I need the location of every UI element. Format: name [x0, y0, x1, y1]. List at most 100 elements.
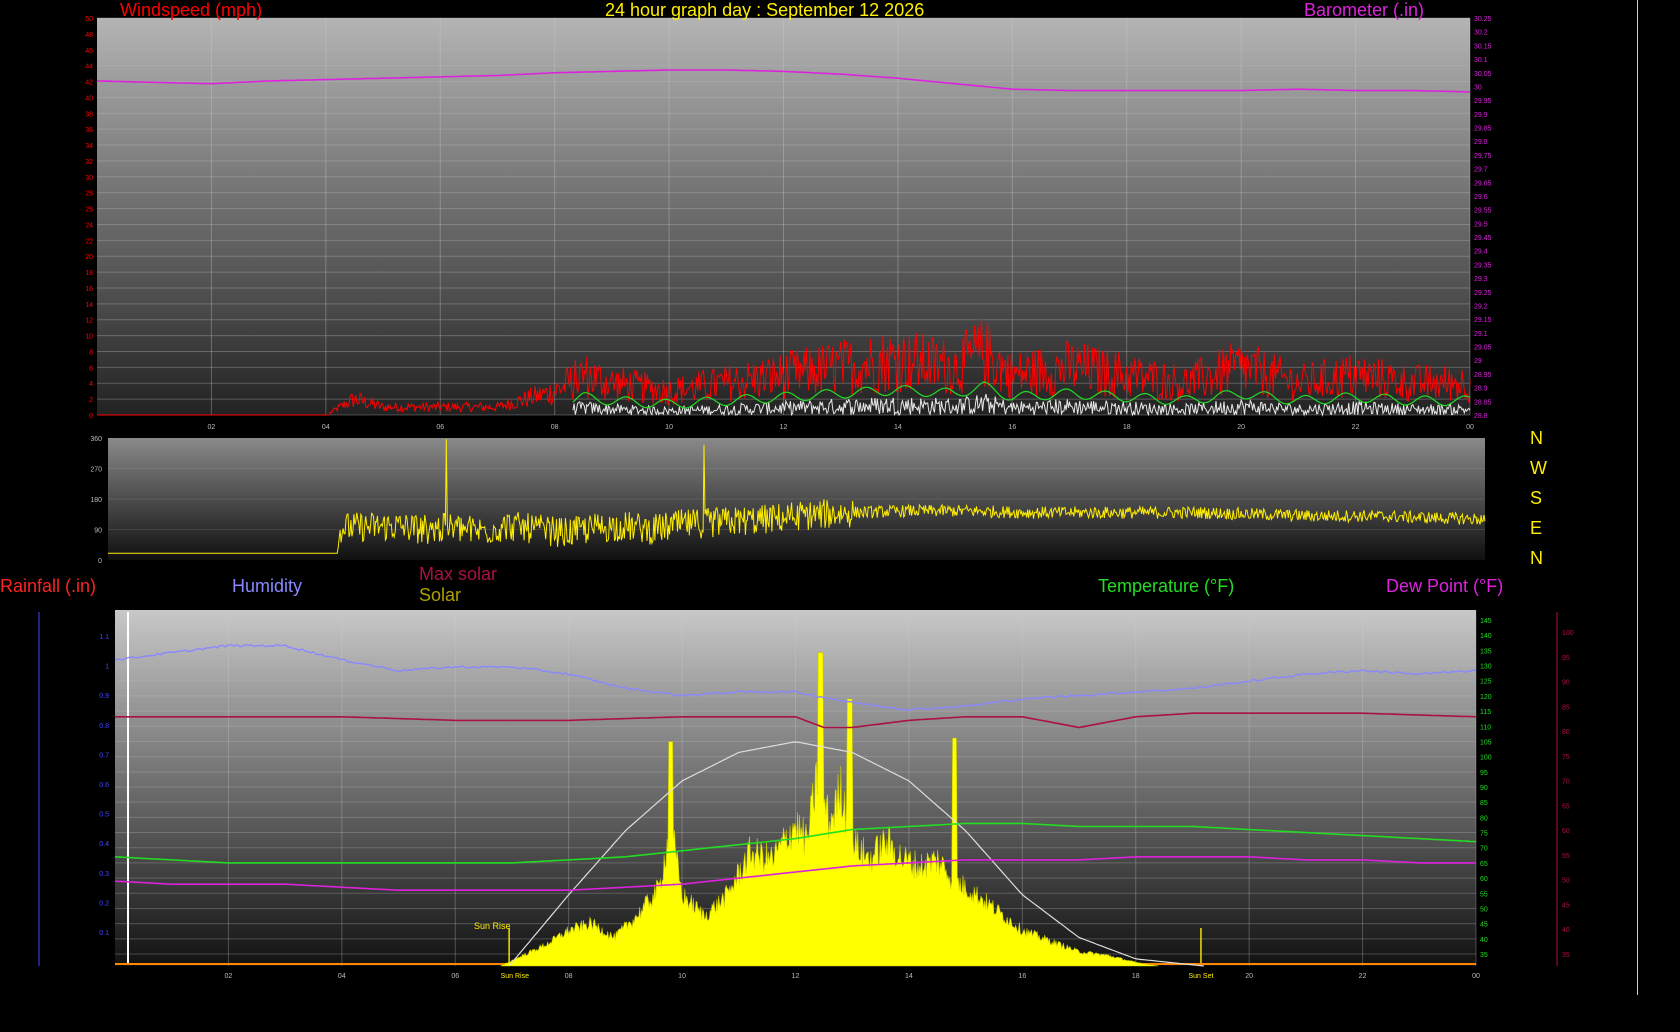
wind-x-tick: 00	[1466, 424, 1474, 431]
barometer-y-tick: 29.7	[1474, 167, 1488, 174]
dew-point-y-tick: 60	[1562, 828, 1570, 835]
barometer-y-tick: 29	[1474, 358, 1482, 365]
temperature-y-tick: 40	[1480, 937, 1488, 944]
temperature-y-tick: 110	[1480, 724, 1491, 731]
sunrise-marker-label: Sun Rise	[474, 921, 511, 931]
dew-point-y-tick: 45	[1562, 902, 1570, 909]
temperature-y-tick: 85	[1480, 800, 1488, 807]
rainfall-y-tick: 0.5	[99, 812, 109, 819]
combo-x-tick: 14	[905, 973, 913, 980]
combo-x-tick: 12	[792, 973, 800, 980]
wind-x-tick: 18	[1123, 424, 1131, 431]
wind-y-tick: 24	[85, 222, 93, 229]
temperature-y-tick: 45	[1480, 922, 1488, 929]
temperature-y-tick: 80	[1480, 815, 1488, 822]
wind-y-tick: 18	[85, 270, 93, 277]
rainfall-y-tick: 1.1	[99, 634, 109, 641]
rainfall-y-tick: 0.3	[99, 871, 109, 878]
dew-point-y-tick: 70	[1562, 779, 1570, 786]
wind-x-tick: 02	[208, 424, 216, 431]
wind-y-tick: 10	[85, 334, 93, 341]
combo-x-tick: 10	[678, 973, 686, 980]
dew-point-y-tick: 100	[1562, 630, 1574, 637]
temperature-y-tick: 35	[1480, 952, 1488, 959]
rainfall-y-tick: 0.9	[99, 693, 109, 700]
temperature-y-tick: 100	[1480, 755, 1492, 762]
chart-stage: 0 2 4 6 8 10 12 14 16 18 20 22 24 26 28 30 32 34 36 38 40 42 4…	[0, 0, 1680, 1027]
temperature-y-tick: 50	[1480, 906, 1488, 913]
wind-x-tick: 20	[1237, 424, 1245, 431]
barometer-y-tick: 28.95	[1474, 372, 1492, 379]
wind-y-tick: 48	[85, 32, 93, 39]
dew-point-y-tick: 40	[1562, 927, 1570, 934]
barometer-y-tick: 30.1	[1474, 57, 1488, 64]
wind-y-tick: 36	[85, 127, 93, 134]
barometer-y-tick: 29.85	[1474, 126, 1492, 133]
wind-x-tick: 08	[551, 424, 559, 431]
rainfall-y-tick: 0.4	[99, 841, 109, 848]
direction-y-tick: 0	[98, 558, 102, 565]
temperature-y-tick: 60	[1480, 876, 1488, 883]
temperature-y-tick: 55	[1480, 891, 1488, 898]
wind-y-tick: 6	[89, 365, 93, 372]
dew-point-y-tick: 85	[1562, 704, 1570, 711]
wind-y-tick: 12	[85, 318, 93, 325]
wind-x-tick: 10	[665, 424, 673, 431]
barometer-y-tick: 29.55	[1474, 208, 1492, 215]
chart-title: 24 hour graph day : September 12 2026	[605, 0, 925, 20]
barometer-y-tick: 29.3	[1474, 276, 1488, 283]
wind-y-tick: 38	[85, 111, 93, 118]
rainfall-y-tick: 0.7	[99, 752, 109, 759]
compass-n-top: N	[1530, 428, 1543, 448]
barometer-y-tick: 29.9	[1474, 112, 1488, 119]
dew-point-y-tick: 90	[1562, 680, 1570, 687]
direction-y-tick: 270	[90, 467, 102, 474]
wind-y-tick: 14	[85, 302, 93, 309]
wind-y-tick: 26	[85, 207, 93, 214]
barometer-y-tick: 29.65	[1474, 180, 1492, 187]
temperature-y-tick: 125	[1480, 679, 1492, 686]
wind-y-tick: 42	[85, 80, 93, 87]
wind-y-tick: 4	[89, 381, 93, 388]
barometer-y-tick: 29.4	[1474, 249, 1488, 256]
direction-y-tick: 180	[90, 497, 102, 504]
combo-x-tick: 22	[1359, 973, 1367, 980]
right-border-line	[1637, 0, 1638, 995]
combo-x-tick: 04	[338, 973, 346, 980]
temperature-y-tick: 90	[1480, 785, 1488, 792]
barometer-y-tick: 29.95	[1474, 98, 1492, 105]
barometer-y-tick: 29.25	[1474, 290, 1492, 297]
windspeed-axis-label: Windspeed (mph)	[120, 0, 263, 20]
rainfall-y-tick: 0.6	[99, 782, 109, 789]
wind-y-tick: 30	[85, 175, 93, 182]
combo-x-tick: 20	[1245, 973, 1253, 980]
combo-x-tick: 16	[1018, 973, 1026, 980]
barometer-y-tick: 29.8	[1474, 139, 1488, 146]
barometer-y-tick: 28.9	[1474, 386, 1488, 393]
barometer-y-tick: 30.2	[1474, 30, 1488, 37]
temperature-y-tick: 65	[1480, 861, 1488, 868]
wind-y-tick: 46	[85, 48, 93, 55]
temperature-y-tick: 95	[1480, 770, 1488, 777]
wind-x-tick: 12	[780, 424, 788, 431]
wind-y-tick: 20	[85, 254, 93, 261]
dew-point-y-tick: 80	[1562, 729, 1570, 736]
combo-x-tick: 06	[451, 973, 459, 980]
temperature-y-tick: 130	[1480, 664, 1492, 671]
temperature-label: Temperature (°F)	[1098, 576, 1235, 596]
combo-x-tick: 00	[1472, 973, 1480, 980]
temperature-y-tick: 115	[1480, 709, 1491, 716]
barometer-y-tick: 29.75	[1474, 153, 1492, 160]
barometer-y-tick: 29.2	[1474, 303, 1488, 310]
barometer-y-tick: 28.85	[1474, 399, 1492, 406]
dew-point-y-tick: 50	[1562, 878, 1570, 885]
chart-canvas: 0246810121416182022242628303234363840424…	[38, 16, 1574, 980]
rainfall-y-tick: 1	[105, 664, 109, 671]
wind-y-tick: 2	[89, 397, 93, 404]
compass-s: S	[1530, 488, 1543, 508]
dew-point-y-tick: 55	[1562, 853, 1570, 860]
dew-point-label: Dew Point (°F)	[1386, 576, 1504, 596]
wind-x-tick: 06	[436, 424, 444, 431]
temperature-y-tick: 145	[1480, 618, 1492, 625]
barometer-y-tick: 30	[1474, 84, 1482, 91]
